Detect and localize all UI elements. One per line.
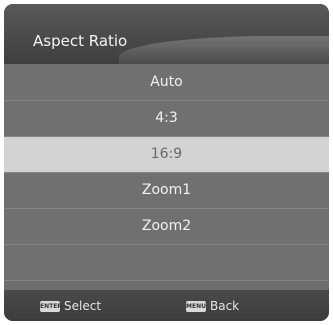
- header-highlight: [119, 36, 329, 66]
- option-4-3[interactable]: 4:3: [4, 101, 329, 137]
- enter-key-icon: ENTER: [40, 300, 62, 312]
- select-label: Select: [64, 299, 102, 313]
- menu-header: Aspect Ratio: [4, 4, 329, 66]
- menu-title: Aspect Ratio: [33, 32, 128, 50]
- menu-key-icon: MENU: [186, 300, 206, 312]
- option-list: Auto 4:3 16:9 Zoom1 Zoom2: [4, 65, 329, 281]
- option-zoom2[interactable]: Zoom2: [4, 209, 329, 245]
- back-hint: MENU Back: [186, 299, 239, 313]
- button-hint-bar: ENTER Select MENU Back: [4, 290, 329, 321]
- option-auto[interactable]: Auto: [4, 65, 329, 101]
- option-zoom1[interactable]: Zoom1: [4, 173, 329, 209]
- select-hint: ENTER Select: [40, 299, 101, 313]
- back-label: Back: [210, 299, 240, 313]
- option-16-9[interactable]: 16:9: [4, 137, 329, 173]
- empty-row: [4, 245, 329, 281]
- aspect-ratio-menu: Aspect Ratio Auto 4:3 16:9 Zoom1 Zoom2 E…: [4, 4, 329, 321]
